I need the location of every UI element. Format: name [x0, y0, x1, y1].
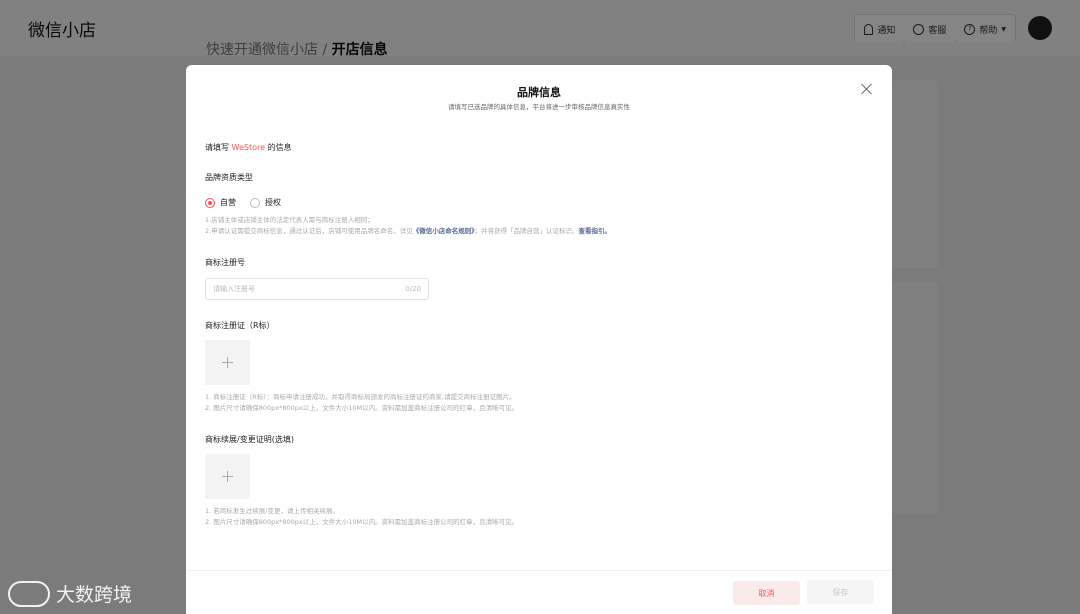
- close-icon[interactable]: [861, 83, 873, 95]
- qualification-label: 品牌资质类型: [205, 173, 253, 182]
- certificate-hint-1: 1. 商标注册证（R标）：商标申请注册成功，并取得商标局颁发的商标注册证的商家,…: [205, 393, 516, 401]
- fill-info-text: 请填写 WeStore 的信息: [205, 142, 292, 153]
- renewal-label: 商标续展/变更证明(选填): [205, 435, 294, 444]
- watermark-logo-icon: [8, 580, 50, 607]
- brand-info-modal: 品牌信息 请填写已选品牌的具体信息，平台将进一步审核品牌信息真实性 请填写 We…: [186, 65, 892, 614]
- watermark: 大数跨境: [8, 580, 132, 607]
- watermark-text: 大数跨境: [56, 584, 133, 606]
- certificate-hint-2: 2. 图片尺寸请确保800px*800px以上，文件大小10M以内。资料需加盖商…: [205, 404, 519, 412]
- brand-name: WeStore: [231, 143, 266, 152]
- cancel-button[interactable]: 取消: [733, 581, 800, 605]
- guide-link[interactable]: 查看指引。: [578, 227, 611, 235]
- plus-icon: [222, 357, 233, 368]
- renewal-upload-button[interactable]: [205, 454, 250, 499]
- renewal-hint-2: 2. 图片尺寸请确保800px*800px以上，文件大小10M以内。资料需加盖商…: [205, 518, 519, 526]
- reg-number-counter: 0/20: [405, 285, 421, 293]
- renewal-hint-1: 1. 若商标发生过续展/变更，请上传相关续展。: [205, 507, 339, 515]
- hint-2-prefix: 2.申请认证需提交商标信息，通过认证后，店铺可使用品牌名命名，详见: [205, 227, 413, 235]
- qualification-hint-1: 1.店铺主体或店铺主体的法定代表人需与商标注册人相同；: [205, 216, 374, 224]
- certificate-label: 商标注册证（R标）: [205, 321, 275, 330]
- modal-title: 品牌信息: [517, 86, 561, 99]
- reg-number-input[interactable]: [213, 285, 383, 293]
- plus-icon: [222, 471, 233, 482]
- radio-authorized[interactable]: [250, 197, 260, 208]
- reg-number-label: 商标注册号: [205, 258, 245, 267]
- footer-divider: [186, 570, 892, 571]
- qualification-hint-2: 2.申请认证需提交商标信息，通过认证后，店铺可使用品牌名命名，详见《微信小店命名…: [205, 226, 611, 237]
- radio-self-operated[interactable]: [205, 197, 215, 208]
- qualification-radio-group: 自营 授权: [205, 197, 295, 208]
- reg-number-field[interactable]: 0/20: [205, 278, 429, 300]
- radio-label-authorized[interactable]: 授权: [265, 197, 281, 208]
- fill-suffix: 的信息: [267, 143, 292, 152]
- save-button[interactable]: 保存: [807, 580, 874, 604]
- fill-prefix: 请填写: [205, 143, 229, 152]
- modal-subtitle: 请填写已选品牌的具体信息，平台将进一步审核品牌信息真实性: [448, 103, 630, 111]
- hint-2-suffix: ；并将获得「品牌自营」认证标识。: [474, 227, 579, 235]
- radio-label-self-operated[interactable]: 自营: [220, 197, 236, 208]
- naming-rules-link[interactable]: 《微信小店命名规则》: [413, 227, 475, 235]
- certificate-upload-button[interactable]: [205, 340, 250, 385]
